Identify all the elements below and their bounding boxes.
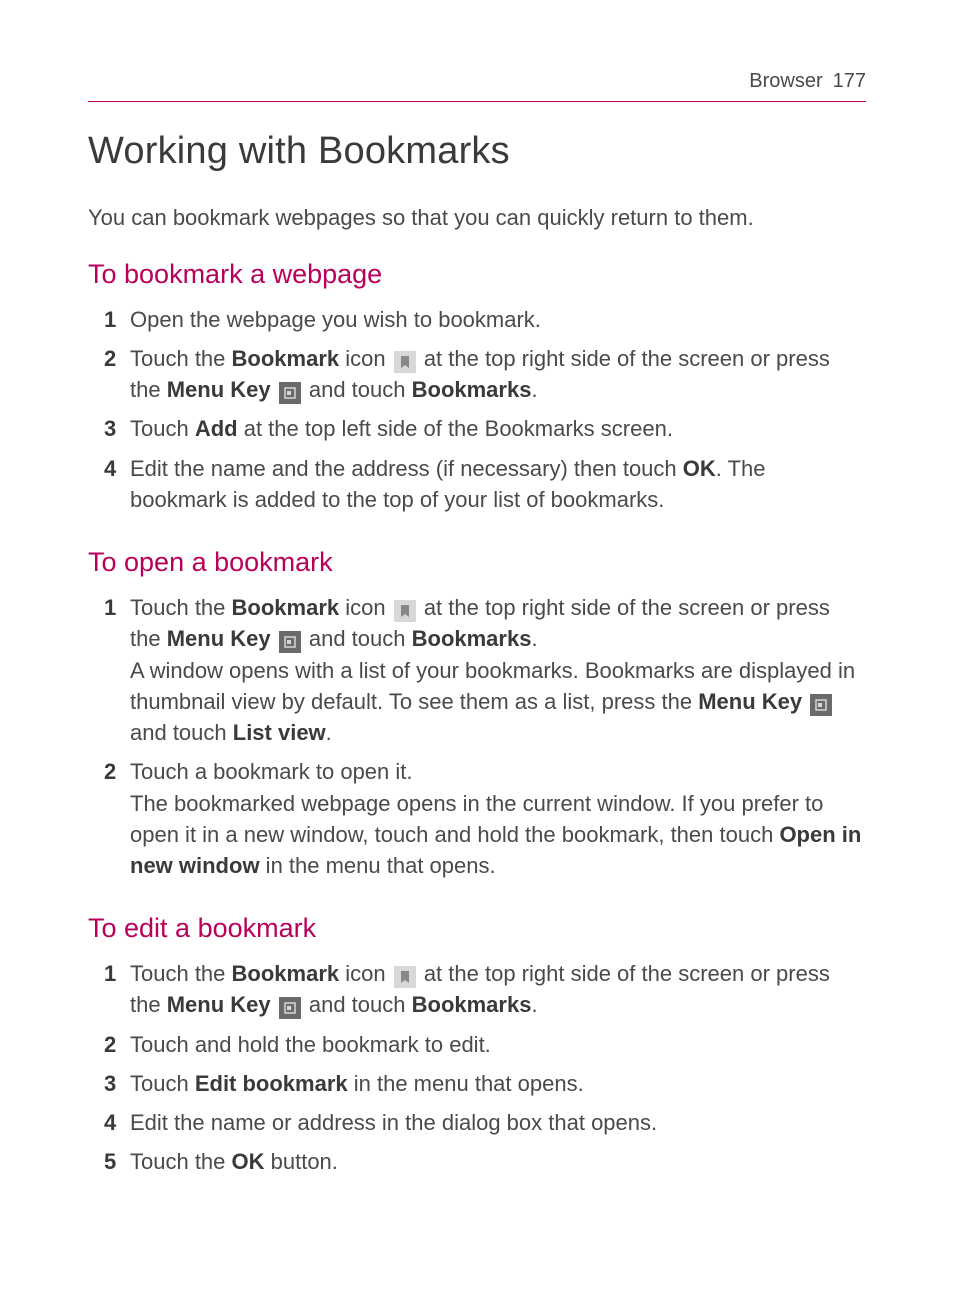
s3-step-3: 3 Touch Edit bookmark in the menu that o… xyxy=(88,1068,866,1099)
menu-key-icon xyxy=(810,694,832,716)
s3-step-1: 1 Touch the Bookmark icon at the top rig… xyxy=(88,958,866,1020)
s1-step-3: 3 Touch Add at the top left side of the … xyxy=(88,413,866,444)
page-content: Browser 177 Working with Bookmarks You c… xyxy=(0,0,954,1178)
s1-step-4: 4 Edit the name and the address (if nece… xyxy=(88,453,866,515)
bookmark-icon xyxy=(394,966,416,988)
header-section: Browser xyxy=(749,70,822,93)
s1-step-2: 2 Touch the Bookmark icon at the top rig… xyxy=(88,343,866,405)
section-edit-bookmark-heading: To edit a bookmark xyxy=(88,913,866,944)
s2-step-2: 2 Touch a bookmark to open it. The bookm… xyxy=(88,756,866,881)
menu-key-icon xyxy=(279,997,301,1019)
s3-step-2-text: Touch and hold the bookmark to edit. xyxy=(130,1029,866,1060)
s3-step-4: 4 Edit the name or address in the dialog… xyxy=(88,1107,866,1138)
s3-step-4-text: Edit the name or address in the dialog b… xyxy=(130,1107,866,1138)
s2-step-1: 1 Touch the Bookmark icon at the top rig… xyxy=(88,592,866,748)
page-header: Browser 177 xyxy=(88,70,866,102)
header-page-number: 177 xyxy=(833,70,866,93)
s3-step-2: 2 Touch and hold the bookmark to edit. xyxy=(88,1029,866,1060)
bookmark-icon xyxy=(394,351,416,373)
menu-key-icon xyxy=(279,382,301,404)
intro-text: You can bookmark webpages so that you ca… xyxy=(88,203,866,233)
bookmark-icon xyxy=(394,600,416,622)
s3-step-5: 5 Touch the OK button. xyxy=(88,1146,866,1177)
page-title: Working with Bookmarks xyxy=(88,130,866,173)
menu-key-icon xyxy=(279,631,301,653)
s1-step-1: 1 Open the webpage you wish to bookmark. xyxy=(88,304,866,335)
s1-step-1-text: Open the webpage you wish to bookmark. xyxy=(130,304,866,335)
section-open-bookmark-heading: To open a bookmark xyxy=(88,547,866,578)
section-bookmark-webpage-heading: To bookmark a webpage xyxy=(88,259,866,290)
